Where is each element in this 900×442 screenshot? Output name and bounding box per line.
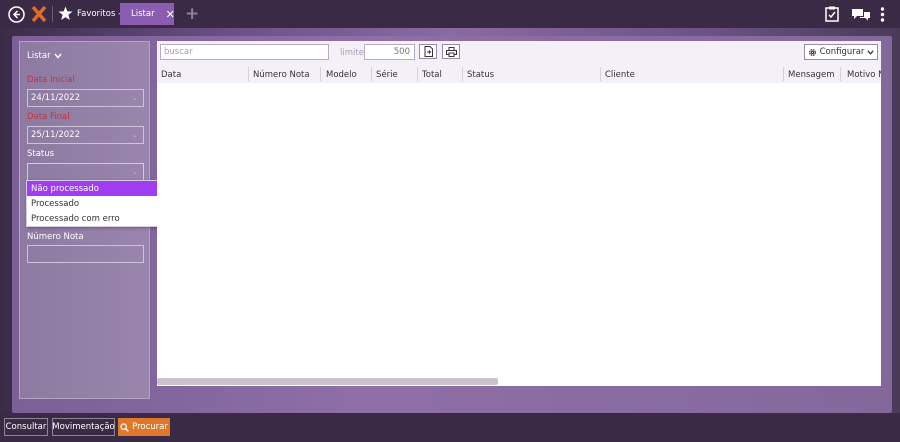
more-options-icon[interactable] — [880, 7, 885, 22]
tab-listar[interactable]: Listar ✕ — [120, 3, 175, 25]
column-divider[interactable] — [840, 67, 841, 81]
search-input[interactable]: buscar — [160, 44, 329, 60]
configurar-button[interactable]: Configurar — [804, 44, 878, 60]
data-final-field[interactable]: 25/11/2022 ⌄ — [27, 126, 144, 144]
panel-title[interactable]: Listar — [27, 51, 62, 61]
movimentacao-button[interactable]: Movimentação — [52, 418, 115, 436]
column-header-cliente[interactable]: Cliente — [605, 70, 635, 80]
limite-value: 500 — [393, 47, 410, 57]
back-icon[interactable] — [8, 6, 25, 23]
chevron-down-icon: ⌄ — [132, 131, 138, 139]
column-divider[interactable] — [600, 67, 601, 81]
add-tab-icon[interactable]: + — [185, 6, 199, 23]
numero-nota-label: Número Nota — [27, 232, 84, 242]
column-header-mensagem[interactable]: Mensagem — [788, 70, 835, 80]
consultar-button[interactable]: Consultar — [4, 418, 48, 436]
close-icon[interactable]: ✕ — [166, 9, 175, 20]
chat-icon[interactable] — [851, 8, 871, 21]
chevron-down-icon: ⌄ — [132, 168, 138, 176]
column-divider[interactable] — [371, 67, 372, 81]
status-option-nao-processado[interactable]: Não processado — [27, 181, 167, 196]
results-header: buscar limite: 500 Configurar Data Númer… — [157, 41, 881, 83]
horizontal-scrollbar[interactable] — [157, 378, 498, 385]
print-button[interactable] — [442, 44, 460, 59]
data-inicial-value: 24/11/2022 — [31, 93, 80, 103]
status-option-processado[interactable]: Processado — [27, 196, 167, 211]
star-icon[interactable] — [58, 6, 73, 21]
consultar-label: Consultar — [5, 422, 47, 432]
column-header-total[interactable]: Total — [422, 70, 442, 80]
column-header-motivo[interactable]: Motivo N — [847, 70, 881, 80]
logo-icon — [31, 5, 47, 23]
data-final-label: Data Final — [27, 112, 70, 122]
configurar-label: Configurar — [819, 47, 865, 57]
data-final-value: 25/11/2022 — [31, 130, 80, 140]
export-file-icon — [424, 46, 433, 57]
gear-icon — [808, 48, 816, 56]
chevron-down-icon — [54, 53, 62, 59]
status-select[interactable]: ⌄ — [27, 163, 144, 181]
chevron-down-icon — [867, 49, 875, 55]
top-bar: Favoritos - Listar ✕ + — [0, 0, 900, 28]
data-inicial-field[interactable]: 24/11/2022 ⌄ — [27, 89, 144, 107]
search-icon — [120, 422, 129, 432]
print-icon — [445, 46, 457, 57]
column-divider[interactable] — [462, 67, 463, 81]
numero-nota-input[interactable] — [27, 245, 144, 263]
chevron-down-icon: ⌄ — [132, 94, 138, 102]
limite-input[interactable]: 500 — [364, 44, 415, 60]
export-button[interactable] — [419, 44, 437, 59]
panel-title-label: Listar — [27, 51, 51, 61]
column-divider[interactable] — [320, 67, 321, 81]
clipboard-icon[interactable] — [825, 6, 839, 22]
data-inicial-label: Data Inicial — [27, 75, 75, 85]
column-header-serie[interactable]: Série — [376, 70, 398, 80]
status-label: Status — [27, 149, 55, 159]
results-panel: buscar limite: 500 Configurar Data Númer… — [157, 41, 881, 386]
column-divider[interactable] — [248, 67, 249, 81]
status-option-processado-com-erro[interactable]: Processado com erro — [27, 211, 167, 226]
search-placeholder: buscar — [164, 47, 193, 57]
column-divider[interactable] — [417, 67, 418, 81]
column-divider[interactable] — [783, 67, 784, 81]
favorites-label[interactable]: Favoritos - — [77, 9, 121, 19]
limite-label: limite: — [340, 48, 367, 58]
status-dropdown: Não processado Processado Processado com… — [26, 180, 168, 227]
procurar-button[interactable]: Procurar — [118, 418, 170, 436]
movimentacao-label: Movimentação — [52, 422, 115, 432]
column-header-status[interactable]: Status — [467, 70, 494, 80]
column-header-modelo[interactable]: Modelo — [326, 70, 357, 80]
column-header-numero-nota[interactable]: Número Nota — [253, 70, 310, 80]
procurar-label: Procurar — [132, 422, 168, 432]
tab-label: Listar — [131, 9, 155, 19]
column-header-data[interactable]: Data — [161, 70, 181, 80]
divider — [52, 6, 53, 22]
